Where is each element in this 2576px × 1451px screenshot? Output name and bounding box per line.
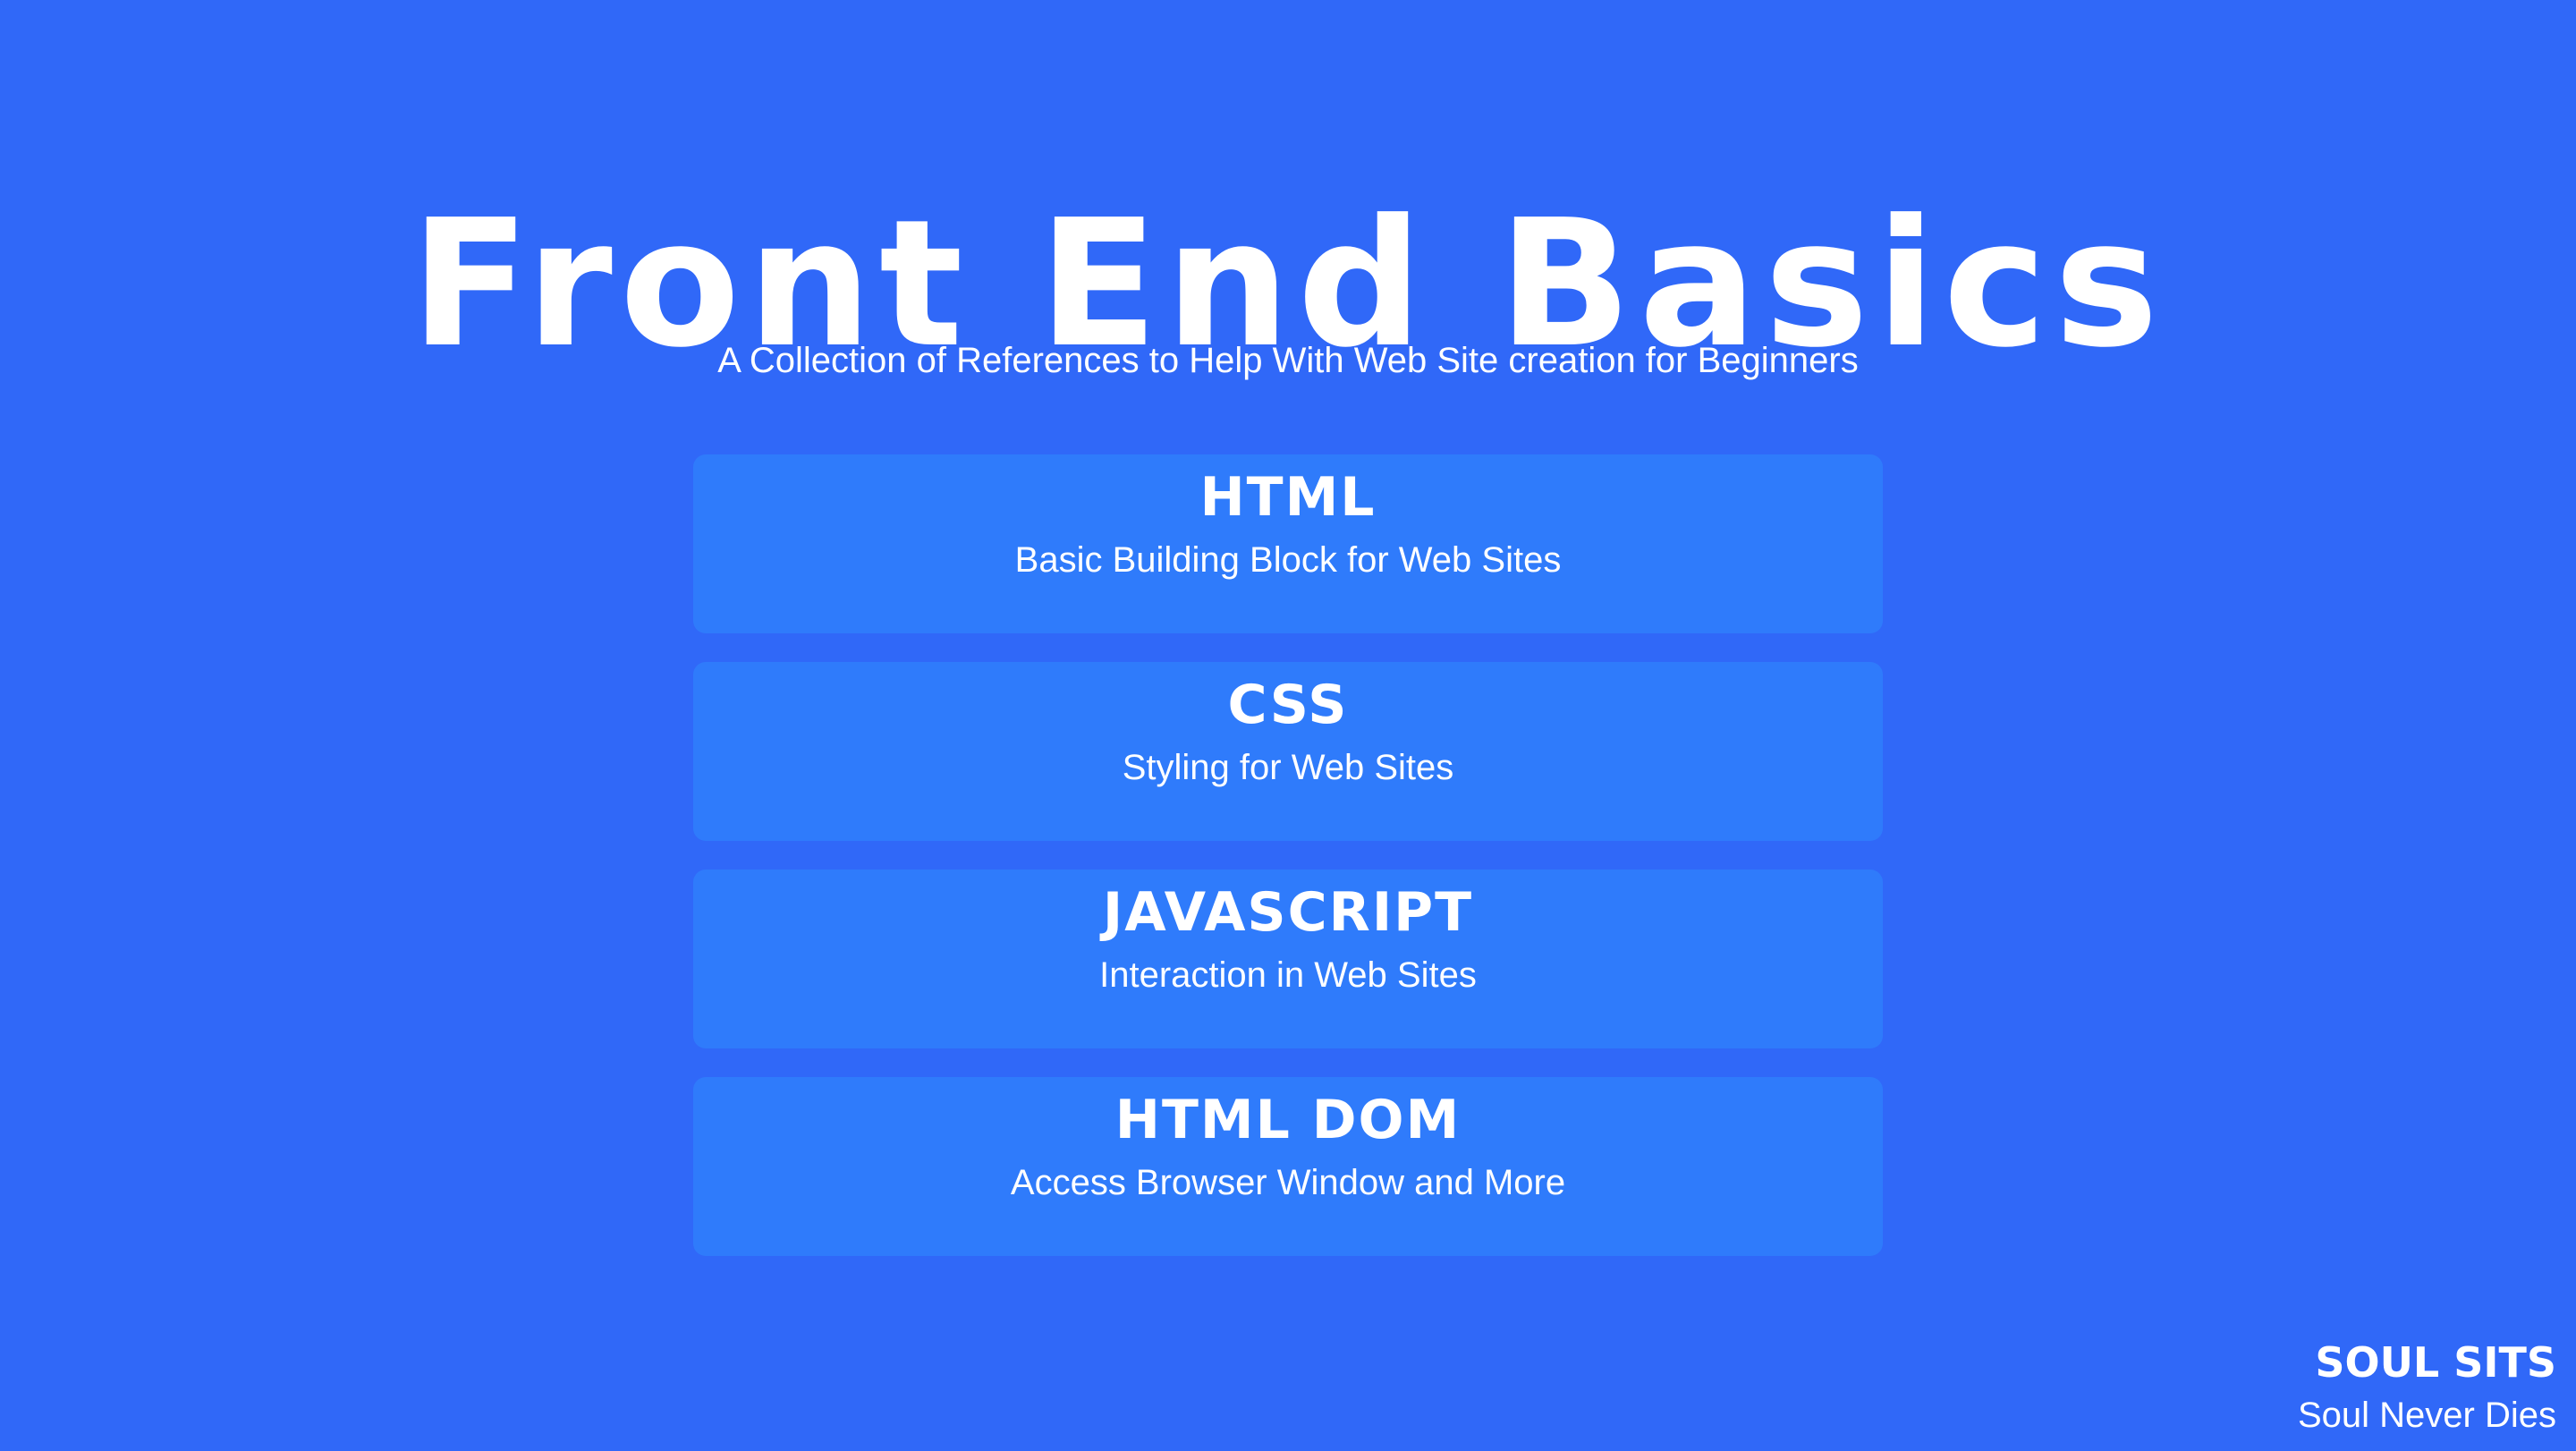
card-description: Interaction in Web Sites (1099, 955, 1477, 995)
card-title: HTML (1199, 466, 1377, 529)
card-css[interactable]: CSS Styling for Web Sites (693, 662, 1883, 841)
footer: SOUL SITS Soul Never Dies (2298, 1333, 2556, 1440)
card-title: JAVASCRIPT (1102, 881, 1474, 944)
card-html[interactable]: HTML Basic Building Block for Web Sites (693, 454, 1883, 633)
page-subtitle: A Collection of References to Help With … (717, 341, 1859, 380)
card-javascript[interactable]: JAVASCRIPT Interaction in Web Sites (693, 870, 1883, 1048)
footer-tagline: Soul Never Dies (2297, 1396, 2556, 1435)
card-title: CSS (1227, 674, 1349, 736)
card-title: HTML DOM (1114, 1089, 1462, 1151)
reference-card-list: HTML Basic Building Block for Web Sites … (693, 454, 1883, 1285)
card-html-dom[interactable]: HTML DOM Access Browser Window and More (693, 1077, 1883, 1256)
card-description: Basic Building Block for Web Sites (1014, 540, 1562, 580)
card-description: Styling for Web Sites (1122, 748, 1454, 787)
card-description: Access Browser Window and More (1010, 1163, 1566, 1202)
footer-brand: SOUL SITS (2315, 1338, 2556, 1387)
